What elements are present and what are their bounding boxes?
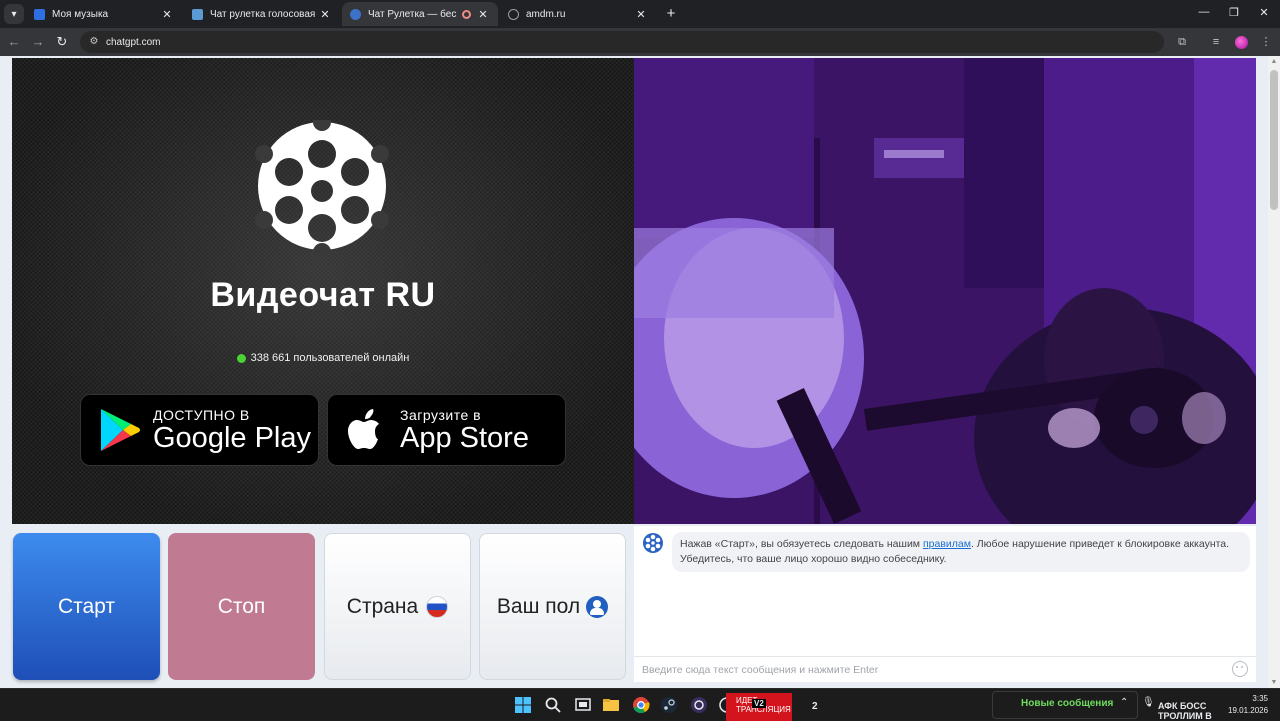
profile-avatar[interactable] — [1235, 36, 1248, 49]
bot-avatar-icon — [643, 533, 663, 553]
tab-title: Чат рулетка голосовая — Neko — [210, 8, 318, 20]
extensions-icon[interactable]: ⧉ — [1174, 34, 1190, 50]
taskbar-count: 2 — [812, 701, 818, 712]
tab-favicon-icon — [192, 8, 203, 20]
address-bar[interactable]: ⚙ chatgpt.com — [80, 31, 1164, 53]
system-clock[interactable]: 3:35 19.01.2026 — [1228, 693, 1268, 717]
v2-label: V2 — [752, 699, 766, 708]
remote-video — [634, 58, 1256, 524]
country-button[interactable]: Страна — [324, 533, 471, 680]
tab-favicon-icon — [34, 8, 45, 20]
page-content: Видеочат RU 338 661 пользователей онлайн… — [0, 56, 1280, 704]
chrome-icon[interactable] — [632, 696, 650, 714]
app-store-big-label: App Store — [400, 421, 529, 454]
back-icon[interactable]: ← — [6, 34, 22, 50]
address-url[interactable]: chatgpt.com — [106, 37, 160, 48]
taskbar: ИДЕТ ТРАНСЛЯЦИЯ V2 2 Новые сообщения ⌃ 🎙… — [0, 688, 1280, 721]
message-text-start: Нажав «Старт», вы обязуетесь следовать н… — [680, 538, 923, 550]
file-explorer-icon[interactable] — [602, 696, 620, 714]
tab-music[interactable]: Моя музыка ✕ — [26, 2, 182, 26]
start-button-label: Старт — [57, 594, 116, 618]
tab-favicon-icon — [508, 8, 519, 20]
task-view-icon[interactable] — [574, 696, 592, 714]
tab-title: amdm.ru — [526, 8, 566, 20]
tab-title: Моя музыка — [52, 8, 109, 20]
google-play-icon — [101, 409, 140, 451]
scroll-down-icon[interactable]: ▼ — [1270, 679, 1278, 686]
local-video-placeholder: Видеочат RU 338 661 пользователей онлайн… — [12, 58, 634, 524]
chat-input[interactable]: Введите сюда текст сообщения и нажмите E… — [634, 656, 1256, 682]
google-play-button[interactable]: ДОСТУПНО В Google Play — [80, 394, 319, 466]
start-button[interactable]: Старт — [13, 533, 160, 680]
app-store-small-label: Загрузите в — [400, 406, 482, 423]
online-counter: 338 661 пользователей онлайн — [12, 352, 634, 364]
remote-video-frame-image — [634, 58, 1256, 524]
site-info-icon[interactable]: ⚙ — [88, 36, 100, 48]
browser-toolbar: ← → ↻ ⚙ chatgpt.com ⧉ ≡ ⋮ — [0, 28, 1280, 56]
clock-time: 3:35 — [1252, 694, 1268, 703]
rules-link[interactable]: правилам — [923, 538, 971, 550]
google-play-small-label: ДОСТУПНО В — [153, 406, 250, 423]
tab-close-icon[interactable]: ✕ — [634, 8, 648, 21]
chat-input-placeholder[interactable]: Введите сюда текст сообщения и нажмите E… — [642, 664, 878, 676]
russia-flag-icon — [426, 595, 449, 618]
new-messages-notification[interactable]: Новые сообщения — [992, 691, 1138, 719]
country-button-label: Страна — [346, 594, 419, 618]
user-icon — [586, 595, 609, 618]
chat-panel: Нажав «Старт», вы обязуетесь следовать н… — [634, 526, 1256, 682]
clock-date: 19.01.2026 — [1228, 706, 1269, 715]
apple-icon — [348, 409, 379, 449]
new-tab-button[interactable]: + — [662, 5, 680, 23]
page-scrollbar[interactable]: ▲ ▼ — [1268, 56, 1280, 688]
scroll-up-icon[interactable]: ▲ — [1270, 58, 1278, 65]
tab-favicon-icon — [350, 8, 361, 20]
windows-start-icon[interactable] — [514, 696, 532, 714]
tray-media-text: АФК БОСС ТРОЛЛИМ В — [1158, 701, 1212, 719]
gender-button-label: Ваш пол — [496, 594, 581, 618]
menu-icon[interactable]: ⋮ — [1258, 34, 1274, 50]
tab-voice-roulette[interactable]: Чат рулетка голосовая — Neko ✕ — [184, 2, 340, 26]
recording-icon — [462, 9, 471, 19]
tab-chat-roulette-active[interactable]: Чат Рулетка — бесплатный ✕ — [342, 2, 498, 26]
tab-close-icon[interactable]: ✕ — [476, 8, 490, 21]
stop-button-label: Стоп — [217, 594, 266, 618]
minimize-icon[interactable]: — — [1194, 6, 1214, 18]
browser-tab-bar: ▾ Моя музыка ✕ Чат рулетка голосовая — N… — [0, 0, 1280, 28]
forward-icon[interactable]: → — [30, 34, 46, 50]
media-control-icon[interactable]: ≡ — [1208, 34, 1224, 50]
google-play-big-label: Google Play — [153, 421, 311, 454]
online-text: 338 661 пользователей онлайн — [250, 352, 410, 364]
emoji-icon[interactable] — [1232, 661, 1248, 677]
search-icon[interactable] — [544, 696, 562, 714]
online-status-icon — [236, 353, 246, 363]
tab-amdm[interactable]: amdm.ru ✕ — [500, 2, 656, 26]
window-close-icon[interactable]: ✕ — [1254, 6, 1274, 19]
app-store-button[interactable]: Загрузите в App Store — [327, 394, 566, 466]
tab-close-icon[interactable]: ✕ — [318, 8, 332, 21]
notification-text: Новые сообщения — [1021, 698, 1114, 709]
tab-search-icon[interactable]: ▾ — [4, 4, 24, 24]
tray-overflow-icon[interactable]: ⌃ — [1120, 697, 1128, 708]
obs-icon[interactable] — [690, 696, 708, 714]
reload-icon[interactable]: ↻ — [54, 34, 70, 50]
microphone-icon[interactable]: 🎙 — [1142, 697, 1155, 708]
tab-title: Чат Рулетка — бесплатный — [368, 8, 457, 20]
tab-close-icon[interactable]: ✕ — [160, 8, 174, 21]
gender-button[interactable]: Ваш пол — [479, 533, 626, 680]
stop-button[interactable]: Стоп — [168, 533, 315, 680]
restore-icon[interactable]: ❐ — [1224, 6, 1244, 19]
revolver-logo-icon — [255, 120, 389, 250]
scrollbar-thumb[interactable] — [1270, 70, 1278, 210]
steam-icon[interactable] — [660, 696, 678, 714]
system-message: Нажав «Старт», вы обязуетесь следовать н… — [672, 532, 1250, 572]
brand-title: Видеочат RU — [210, 276, 436, 314]
